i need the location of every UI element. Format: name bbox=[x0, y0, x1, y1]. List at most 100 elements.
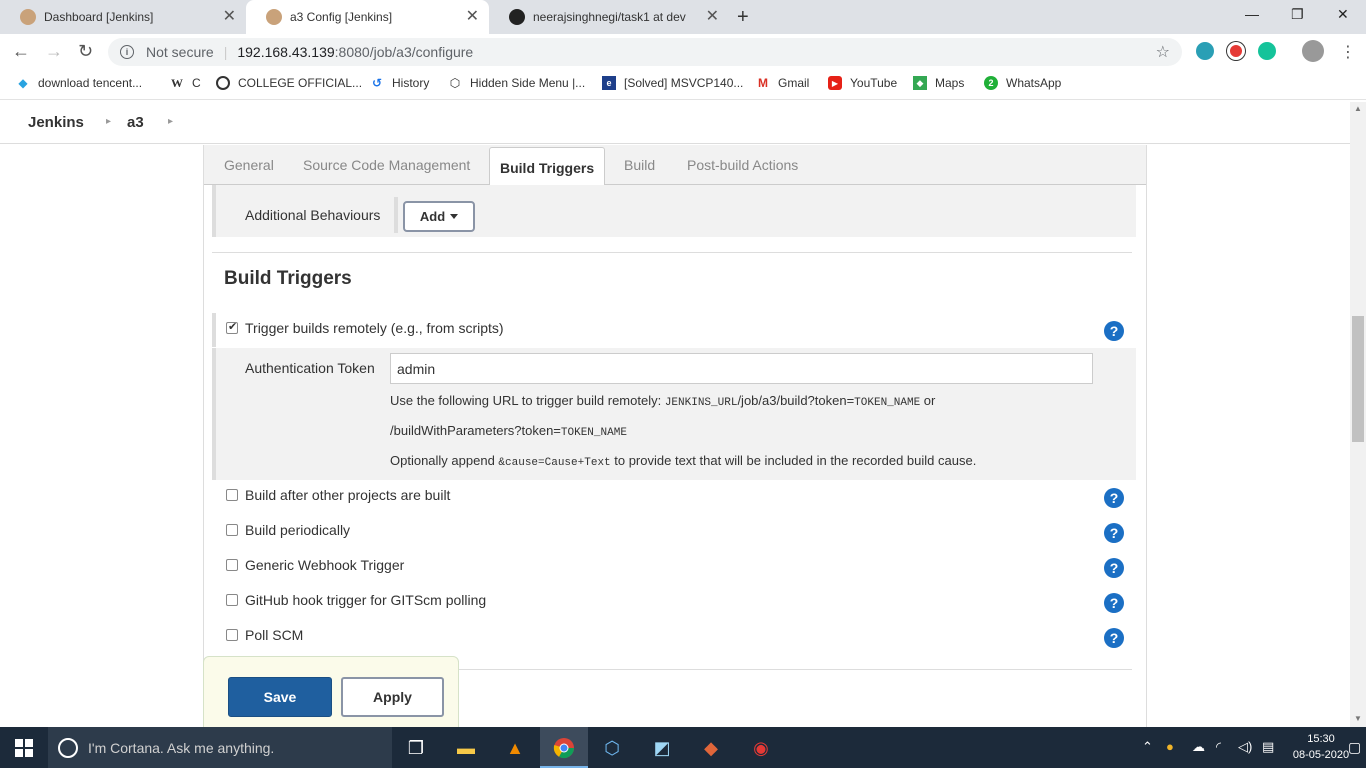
help-icon[interactable]: ? bbox=[1104, 628, 1124, 648]
auth-token-input[interactable] bbox=[390, 353, 1093, 384]
bookmark-youtube[interactable]: ▶ YouTube bbox=[828, 76, 897, 90]
page-scrollbar[interactable]: ▲ ▼ bbox=[1350, 102, 1366, 727]
add-behaviour-button[interactable]: Add bbox=[403, 201, 475, 232]
trigger-generic-webhook-label[interactable]: Generic Webhook Trigger bbox=[245, 557, 404, 573]
trigger-after-other-projects-row: Build after other projects are built ? bbox=[212, 480, 1136, 514]
trigger-github-hook-checkbox[interactable] bbox=[226, 594, 238, 606]
tab-build-triggers[interactable]: Build Triggers bbox=[489, 147, 606, 188]
keyboard-icon[interactable]: ▤ bbox=[1262, 739, 1274, 755]
breadcrumb-a3[interactable]: a3 bbox=[127, 114, 144, 131]
help-icon[interactable]: ? bbox=[1104, 558, 1124, 578]
tab-post-build-actions[interactable]: Post-build Actions bbox=[687, 145, 798, 185]
trigger-remote-row: Trigger builds remotely (e.g., from scri… bbox=[212, 313, 1136, 347]
virtualbox-icon[interactable]: ⬡ bbox=[600, 736, 624, 760]
bookmark-maps[interactable]: ◆ Maps bbox=[913, 76, 964, 90]
tab-general[interactable]: General bbox=[224, 145, 274, 185]
download-icon: ◆ bbox=[18, 76, 28, 90]
close-tab-icon[interactable]: ✕ bbox=[706, 9, 719, 25]
close-window-icon[interactable]: ✕ bbox=[1337, 6, 1349, 23]
tab-source-code-management[interactable]: Source Code Management bbox=[303, 145, 470, 185]
onedrive-icon[interactable]: ☁ bbox=[1192, 739, 1205, 755]
trigger-url-note: Use the following URL to trigger build r… bbox=[390, 393, 935, 409]
trigger-after-other-projects-checkbox[interactable] bbox=[226, 489, 238, 501]
bookmark-whatsapp[interactable]: 2 WhatsApp bbox=[984, 76, 1061, 90]
address-bar[interactable]: i Not secure | 192.168.43.139 :8080/job/… bbox=[108, 38, 1182, 66]
bookmark-hidden-side-menu[interactable]: ⬡ Hidden Side Menu |... bbox=[448, 76, 585, 90]
bookmark-download[interactable]: ◆ download tencent... bbox=[16, 76, 142, 90]
minimize-icon[interactable]: — bbox=[1245, 6, 1259, 22]
system-clock[interactable]: 15:30 08-05-2020 bbox=[1286, 731, 1356, 763]
close-tab-icon[interactable]: ✕ bbox=[223, 9, 236, 25]
bookmark-gmail[interactable]: M Gmail bbox=[756, 76, 809, 90]
chevron-right-icon[interactable]: ▸ bbox=[106, 116, 111, 127]
tray-expand-icon[interactable]: ⌃ bbox=[1142, 739, 1153, 755]
trigger-periodically-checkbox[interactable] bbox=[226, 524, 238, 536]
menu-icon[interactable]: ⋮ bbox=[1340, 42, 1356, 62]
scroll-down-icon[interactable]: ▼ bbox=[1354, 714, 1362, 723]
info-icon[interactable]: i bbox=[120, 45, 134, 59]
wifi-icon[interactable]: ◜ bbox=[1216, 739, 1221, 755]
bookmarks-bar: ◆ download tencent... WC COLLEGE OFFICIAL… bbox=[0, 70, 1366, 100]
trigger-generic-webhook-row: Generic Webhook Trigger ? bbox=[212, 550, 1136, 584]
back-icon[interactable]: ← bbox=[12, 42, 30, 60]
restore-icon[interactable]: ❐ bbox=[1291, 6, 1304, 23]
help-icon[interactable]: ? bbox=[1104, 593, 1124, 613]
chrome-icon[interactable] bbox=[552, 736, 576, 760]
notifications-icon[interactable]: ▢ bbox=[1348, 739, 1361, 756]
youtube-icon: ▶ bbox=[828, 76, 842, 90]
forward-icon[interactable]: → bbox=[45, 42, 63, 60]
note-code: TOKEN_NAME bbox=[854, 397, 921, 409]
help-icon[interactable]: ? bbox=[1104, 523, 1124, 543]
trigger-remote-checkbox[interactable] bbox=[226, 320, 238, 334]
close-tab-icon[interactable]: ✕ bbox=[466, 9, 479, 25]
task-view-icon[interactable]: ❐ bbox=[404, 736, 428, 760]
app-icon[interactable]: ◉ bbox=[749, 736, 773, 760]
trigger-poll-scm-checkbox[interactable] bbox=[226, 629, 238, 641]
pokeball-extension-icon[interactable] bbox=[1227, 42, 1245, 60]
git-icon[interactable]: ◆ bbox=[699, 736, 723, 760]
help-icon[interactable]: ? bbox=[1104, 488, 1124, 508]
plus-icon[interactable]: + bbox=[737, 6, 749, 29]
apply-button[interactable]: Apply bbox=[341, 677, 444, 717]
volume-icon[interactable]: ◁) bbox=[1238, 739, 1252, 755]
help-icon[interactable]: ? bbox=[1104, 321, 1124, 341]
trigger-periodically-label[interactable]: Build periodically bbox=[245, 522, 350, 538]
tab-build[interactable]: Build bbox=[624, 145, 655, 185]
extension-icon[interactable] bbox=[1196, 42, 1214, 60]
bookmark-history[interactable]: ↺ History bbox=[370, 76, 429, 90]
reload-icon[interactable]: ↻ bbox=[78, 42, 93, 60]
tab-github[interactable]: neerajsinghnegi/task1 at dev ✕ bbox=[489, 0, 729, 34]
bookmark-label: C bbox=[192, 76, 201, 90]
config-tabs: General Source Code Management Build Tri… bbox=[204, 145, 1146, 188]
college-icon bbox=[216, 76, 230, 90]
grammarly-icon[interactable] bbox=[1258, 42, 1276, 60]
breadcrumb-jenkins[interactable]: Jenkins bbox=[28, 114, 84, 131]
bookmark-label: Maps bbox=[935, 76, 965, 90]
save-button[interactable]: Save bbox=[228, 677, 332, 717]
notes-icon[interactable]: ◩ bbox=[650, 736, 674, 760]
trigger-github-hook-label[interactable]: GitHub hook trigger for GITScm polling bbox=[245, 592, 486, 608]
trigger-after-other-projects-label[interactable]: Build after other projects are built bbox=[245, 487, 450, 503]
file-explorer-icon[interactable]: ▬ bbox=[454, 736, 478, 760]
bookmark-label: Hidden Side Menu |... bbox=[470, 76, 586, 90]
vlc-icon[interactable]: ▲ bbox=[503, 736, 527, 760]
chevron-right-icon[interactable]: ▸ bbox=[168, 116, 173, 127]
tray-app-icon[interactable]: ● bbox=[1166, 739, 1174, 754]
windows-start-icon[interactable] bbox=[12, 736, 36, 760]
bookmark-solved[interactable]: e [Solved] MSVCP140... bbox=[602, 76, 743, 90]
trigger-generic-webhook-checkbox[interactable] bbox=[226, 559, 238, 571]
config-page: General Source Code Management Build Tri… bbox=[0, 145, 1350, 727]
scrollbar-thumb[interactable] bbox=[1352, 316, 1364, 442]
trigger-remote-label[interactable]: Trigger builds remotely (e.g., from scri… bbox=[245, 320, 504, 336]
apply-label: Apply bbox=[373, 689, 412, 705]
tab-a3-config[interactable]: a3 Config [Jenkins] ✕ bbox=[246, 0, 489, 34]
cortana-search[interactable]: I'm Cortana. Ask me anything. bbox=[48, 727, 392, 768]
avatar[interactable] bbox=[1302, 40, 1324, 62]
star-icon[interactable]: ☆ bbox=[1156, 42, 1170, 62]
bookmark-college[interactable]: COLLEGE OFFICIAL... bbox=[216, 76, 362, 90]
tab-dashboard[interactable]: Dashboard [Jenkins] ✕ bbox=[0, 0, 246, 34]
bookmark-wikipedia[interactable]: WC bbox=[170, 76, 201, 91]
bookmark-label: WhatsApp bbox=[1006, 76, 1062, 90]
scroll-up-icon[interactable]: ▲ bbox=[1354, 104, 1362, 113]
trigger-poll-scm-label[interactable]: Poll SCM bbox=[245, 627, 303, 643]
